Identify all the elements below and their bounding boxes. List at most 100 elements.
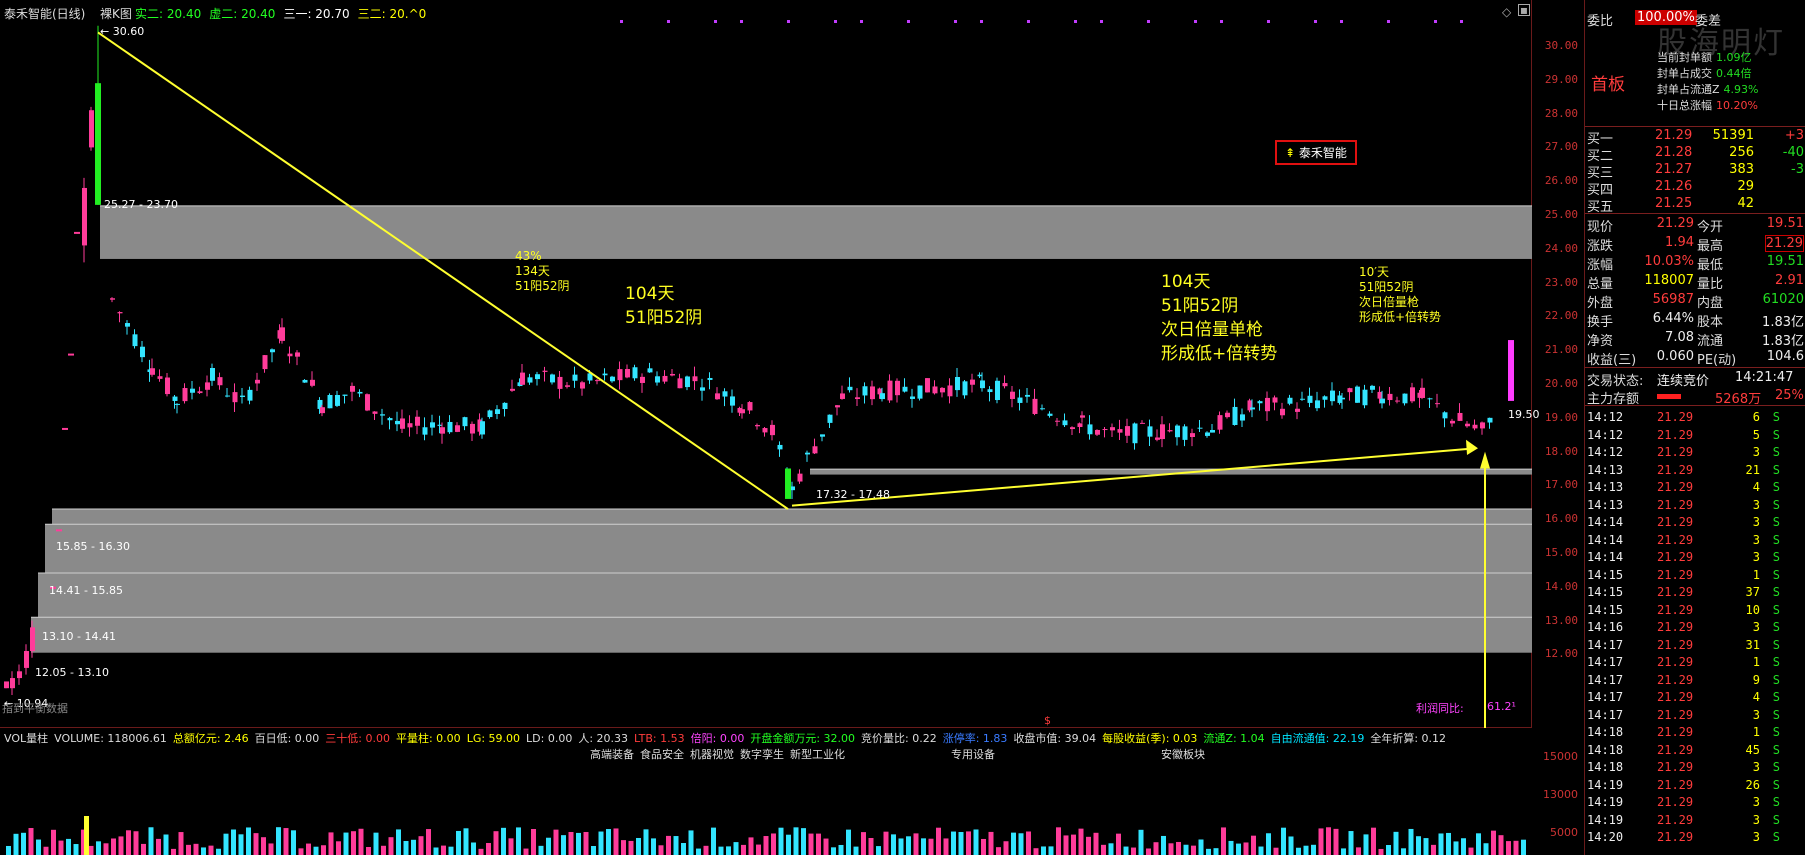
tick-time: 14:13 bbox=[1587, 480, 1624, 494]
volume-bar bbox=[343, 832, 349, 855]
volume-bar bbox=[36, 839, 41, 855]
tick-direction: S bbox=[1772, 602, 1780, 617]
seal-value: 0.44倍 bbox=[1716, 67, 1752, 80]
volume-bar bbox=[1273, 847, 1279, 855]
candle bbox=[572, 374, 578, 381]
volume-chart[interactable] bbox=[0, 746, 1532, 855]
volume-bar bbox=[823, 838, 829, 855]
tick-price: 21.29 bbox=[1657, 655, 1694, 669]
volume-bar bbox=[771, 833, 776, 855]
candle bbox=[535, 374, 540, 380]
stock-tag[interactable]: ⇞ 泰禾智能 bbox=[1275, 140, 1357, 165]
signal-dot bbox=[1314, 20, 1317, 23]
candle bbox=[407, 423, 413, 428]
candle bbox=[707, 377, 713, 380]
candle bbox=[89, 110, 94, 148]
candle bbox=[1132, 423, 1138, 444]
volume-bar bbox=[906, 836, 911, 855]
volume-bar bbox=[793, 827, 799, 855]
volume-bar bbox=[966, 831, 971, 855]
candle bbox=[1355, 386, 1360, 403]
candle bbox=[862, 386, 868, 396]
volume-bar bbox=[1243, 842, 1249, 855]
candle bbox=[140, 346, 145, 358]
candle bbox=[1362, 389, 1368, 406]
candle bbox=[1410, 387, 1415, 402]
tick-row: 14:13 21.29 21 S bbox=[1585, 463, 1805, 480]
volume-bar bbox=[1393, 831, 1399, 855]
tick-time: 14:12 bbox=[1587, 445, 1624, 459]
seal-value: 4.93% bbox=[1723, 83, 1759, 96]
bid-row[interactable]: 买三 21.27 383 -3 bbox=[1585, 162, 1805, 181]
seal-line: 封单占流通Z 4.93% bbox=[1657, 82, 1759, 98]
kline-chart-area[interactable]: 泰禾智能(日线) 裸K图 实二: 20.40 虚二: 20.40 三一: 20.70… bbox=[0, 0, 1584, 855]
candle bbox=[470, 423, 475, 434]
volume-bar bbox=[1423, 838, 1429, 855]
volume-bar bbox=[748, 837, 754, 855]
candlestick-chart[interactable] bbox=[0, 0, 1532, 728]
bid-row[interactable]: 买二 21.28 256 -40 bbox=[1585, 145, 1805, 164]
candle bbox=[835, 405, 840, 408]
candle bbox=[1420, 387, 1425, 398]
candle bbox=[270, 349, 275, 353]
volume-bar bbox=[591, 846, 596, 855]
candle bbox=[740, 409, 745, 414]
volume-bar bbox=[688, 830, 694, 855]
volume-bar bbox=[726, 846, 731, 855]
candle bbox=[1347, 388, 1353, 393]
volume-bar bbox=[786, 834, 791, 855]
tick-row: 14:19 21.29 26 S bbox=[1585, 778, 1805, 795]
tick-direction: S bbox=[1772, 585, 1780, 599]
candle bbox=[205, 382, 210, 390]
candle bbox=[487, 410, 493, 418]
volume-bar bbox=[268, 843, 274, 855]
candle bbox=[455, 425, 460, 432]
volume-bar bbox=[381, 845, 386, 855]
volume-bar bbox=[516, 827, 521, 855]
tick-price: 21.29 bbox=[1657, 480, 1694, 494]
volume-bar bbox=[426, 829, 431, 855]
tick-row: 14:19 21.29 3 S bbox=[1585, 795, 1805, 812]
tick-row: 14:15 21.29 37 S bbox=[1585, 585, 1805, 602]
tick-price: 21.29 bbox=[1657, 445, 1694, 459]
tick-time: 14:18 bbox=[1587, 760, 1624, 774]
tick-price: 21.29 bbox=[1657, 725, 1694, 739]
candle bbox=[647, 368, 653, 373]
bid-row[interactable]: 买五 21.25 42 bbox=[1585, 196, 1805, 215]
stat-label: 最高 bbox=[1697, 239, 1724, 254]
tick-volume: 1 bbox=[1752, 725, 1760, 739]
candle bbox=[777, 444, 783, 450]
bid-row[interactable]: 买一 21.29 51391 +3 bbox=[1585, 128, 1805, 147]
candle bbox=[1055, 420, 1060, 422]
volume-bar bbox=[163, 834, 169, 855]
price-panel[interactable]: 泰禾智能(日线) 裸K图 实二: 20.40 虚二: 20.40 三一: 20.70… bbox=[0, 0, 1540, 728]
volume-bar bbox=[1003, 841, 1009, 855]
tick-row: 14:17 21.29 4 S bbox=[1585, 690, 1805, 707]
volume-bar bbox=[493, 831, 499, 855]
candle bbox=[175, 403, 180, 405]
tick-time: 14:17 bbox=[1587, 672, 1624, 687]
tick-price: 21.29 bbox=[1657, 742, 1694, 757]
tick-time: 14:17 bbox=[1587, 637, 1624, 652]
price-tick: 13.00 bbox=[1544, 613, 1578, 627]
candle bbox=[625, 369, 630, 378]
main-fund-bar bbox=[1657, 394, 1681, 399]
volume-bar bbox=[1123, 846, 1129, 855]
bid-change: +3 bbox=[1784, 128, 1804, 143]
bid-row[interactable]: 买四 21.26 29 bbox=[1585, 179, 1805, 198]
signal-dot bbox=[740, 20, 743, 23]
candle bbox=[1457, 412, 1463, 421]
volume-bar bbox=[1191, 845, 1196, 855]
candle bbox=[247, 389, 253, 401]
tick-row: 14:16 21.29 3 S bbox=[1585, 620, 1805, 637]
tick-row: 14:17 21.29 31 S bbox=[1585, 638, 1805, 655]
candle bbox=[917, 385, 923, 399]
volume-bar bbox=[508, 838, 514, 855]
tick-volume: 26 bbox=[1745, 777, 1760, 792]
volume-bar bbox=[298, 848, 304, 855]
candle bbox=[550, 374, 555, 383]
candle bbox=[1402, 393, 1408, 404]
candle bbox=[755, 425, 760, 427]
candle bbox=[1125, 426, 1130, 436]
tick-time: 14:15 bbox=[1587, 602, 1624, 617]
